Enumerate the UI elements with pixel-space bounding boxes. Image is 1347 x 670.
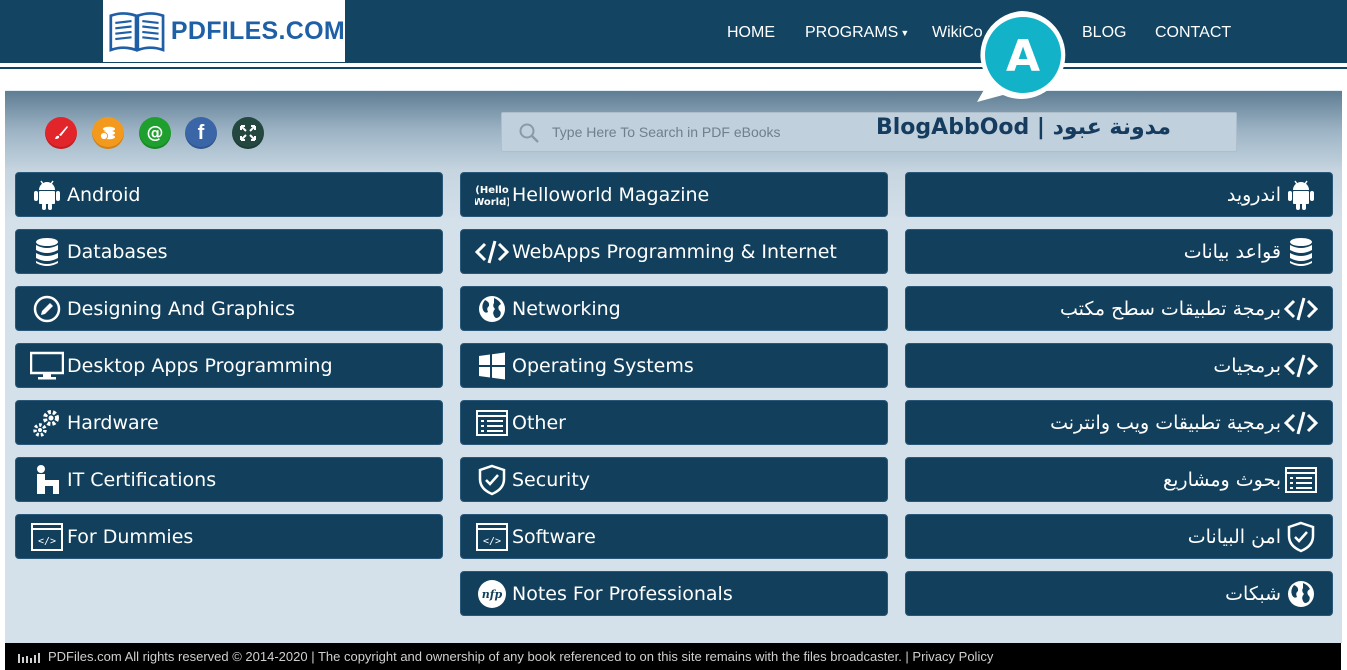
shield-icon bbox=[475, 463, 509, 497]
category-ar-android[interactable]: اندرويد bbox=[905, 172, 1333, 217]
windows-icon bbox=[475, 349, 509, 383]
category-operating-systems[interactable]: Operating Systems bbox=[460, 343, 888, 388]
category-android[interactable]: Android bbox=[15, 172, 443, 217]
globe-icon bbox=[1284, 577, 1318, 611]
code-window-icon: </> bbox=[475, 520, 509, 554]
category-label: برمجيات bbox=[1213, 354, 1281, 377]
list-window-icon bbox=[475, 406, 509, 440]
category-label: IT Certifications bbox=[67, 468, 217, 491]
footer-text: PDFiles.com All rights reserved © 2014-2… bbox=[48, 649, 994, 664]
category-designing[interactable]: Designing And Graphics bbox=[15, 286, 443, 331]
svg-text:</>: </> bbox=[38, 536, 56, 547]
gears-icon bbox=[30, 406, 64, 440]
category-it-certifications[interactable]: IT Certifications bbox=[15, 457, 443, 502]
category-ar-research[interactable]: بحوث ومشاريع bbox=[905, 457, 1333, 502]
top-navbar: PDFILES.COM HOME PROGRAMS ▼ WikiCo BLOG C… bbox=[0, 0, 1347, 69]
category-hardware[interactable]: Hardware bbox=[15, 400, 443, 445]
category-ar-networking[interactable]: شبكات bbox=[905, 571, 1333, 616]
category-label: Notes For Professionals bbox=[512, 582, 733, 605]
category-ar-webapps[interactable]: برمجية تطبيقات ويب وانترنت bbox=[905, 400, 1333, 445]
category-ar-desktop-apps[interactable]: برمجة تطبيقات سطح مكتب bbox=[905, 286, 1333, 331]
category-other[interactable]: Other bbox=[460, 400, 888, 445]
category-label: For Dummies bbox=[67, 525, 194, 548]
svg-text:(Hello: (Hello bbox=[475, 185, 509, 196]
category-software[interactable]: </> Software bbox=[460, 514, 888, 559]
database-icon bbox=[30, 235, 64, 269]
category-security[interactable]: Security bbox=[460, 457, 888, 502]
nav-home[interactable]: HOME bbox=[727, 24, 775, 42]
list-window-icon bbox=[1284, 463, 1318, 497]
nfp-icon: nfp bbox=[475, 577, 509, 611]
nav-programs-label: PROGRAMS bbox=[805, 24, 899, 41]
category-label: قواعد بيانات bbox=[1183, 240, 1281, 263]
footer: PDFiles.com All rights reserved © 2014-2… bbox=[5, 643, 1341, 670]
pen-circle-icon bbox=[30, 292, 64, 326]
category-notes-for-professionals[interactable]: nfp Notes For Professionals bbox=[460, 571, 888, 616]
category-label: اندرويد bbox=[1226, 183, 1281, 206]
category-webapps[interactable]: WebApps Programming & Internet bbox=[460, 229, 888, 274]
category-label: Operating Systems bbox=[512, 354, 694, 377]
code-icon bbox=[1284, 292, 1318, 326]
category-ar-security[interactable]: امن البيانات bbox=[905, 514, 1333, 559]
category-label: Desktop Apps Programming bbox=[67, 354, 333, 377]
code-icon bbox=[1284, 349, 1318, 383]
category-label: برمجة تطبيقات سطح مكتب bbox=[1060, 297, 1281, 320]
category-desktop-apps[interactable]: Desktop Apps Programming bbox=[15, 343, 443, 388]
category-label: برمجية تطبيقات ويب وانترنت bbox=[1050, 411, 1281, 434]
nav-contact[interactable]: CONTACT bbox=[1155, 24, 1231, 42]
caret-down-icon: ▼ bbox=[900, 27, 910, 38]
android-icon bbox=[30, 178, 64, 212]
category-label: Other bbox=[512, 411, 566, 434]
badge-letter: A bbox=[1006, 31, 1040, 82]
blogabbood-badge-icon: A bbox=[977, 11, 1066, 102]
category-label: Helloworld Magazine bbox=[512, 183, 710, 206]
category-networking[interactable]: Networking bbox=[460, 286, 888, 331]
shield-icon bbox=[1284, 520, 1318, 554]
code-icon bbox=[475, 235, 509, 269]
search-icon bbox=[519, 123, 539, 143]
database-icon bbox=[1284, 235, 1318, 269]
category-for-dummies[interactable]: </> For Dummies bbox=[15, 514, 443, 559]
category-label: Android bbox=[67, 183, 141, 206]
category-label: Networking bbox=[512, 297, 621, 320]
signal-bars-icon bbox=[18, 652, 40, 663]
category-label: Hardware bbox=[67, 411, 159, 434]
watermark-text: BlogAbbOod | مدونة عبود bbox=[876, 115, 1171, 140]
nav-blog[interactable]: BLOG bbox=[1082, 24, 1126, 42]
category-label: بحوث ومشاريع bbox=[1163, 468, 1281, 491]
category-ar-software[interactable]: برمجيات bbox=[905, 343, 1333, 388]
category-label: Databases bbox=[67, 240, 168, 263]
globe-icon bbox=[475, 292, 509, 326]
category-helloworld[interactable]: (Hello World) Helloworld Magazine bbox=[460, 172, 888, 217]
category-databases[interactable]: Databases bbox=[15, 229, 443, 274]
certificate-icon bbox=[30, 463, 64, 497]
code-window-icon: </> bbox=[30, 520, 64, 554]
code-icon bbox=[1284, 406, 1318, 440]
monitor-icon bbox=[30, 349, 64, 383]
search-placeholder: Type Here To Search in PDF eBooks bbox=[552, 124, 781, 140]
main-nav: HOME PROGRAMS ▼ WikiCo BLOG CONTACT bbox=[0, 0, 1347, 63]
category-label: Security bbox=[512, 468, 591, 491]
svg-text:nfp: nfp bbox=[482, 588, 503, 601]
category-label: Software bbox=[512, 525, 596, 548]
category-label: امن البيانات bbox=[1187, 525, 1281, 548]
category-label: شبكات bbox=[1225, 582, 1281, 605]
helloworld-icon: (Hello World) bbox=[475, 178, 509, 212]
category-ar-databases[interactable]: قواعد بيانات bbox=[905, 229, 1333, 274]
nav-programs[interactable]: PROGRAMS ▼ bbox=[805, 24, 909, 42]
android-icon bbox=[1284, 178, 1318, 212]
category-label: WebApps Programming & Internet bbox=[512, 240, 837, 263]
svg-text:World): World) bbox=[475, 197, 509, 208]
category-label: Designing And Graphics bbox=[67, 297, 296, 320]
svg-text:</>: </> bbox=[483, 536, 501, 547]
